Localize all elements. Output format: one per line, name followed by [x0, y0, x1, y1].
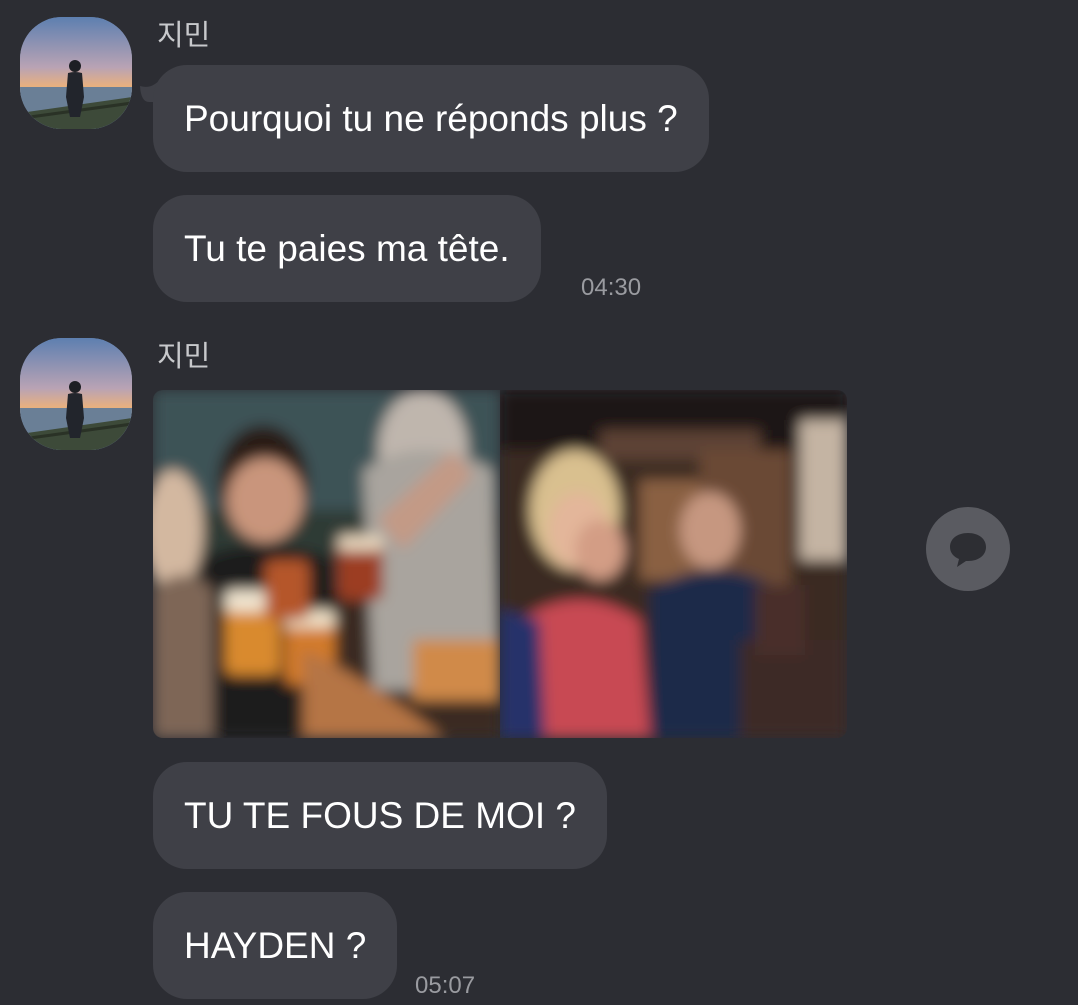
share-button[interactable]	[926, 507, 1010, 591]
sender-avatar[interactable]	[20, 17, 132, 129]
photo-attachment[interactable]	[153, 390, 847, 738]
message-bubble[interactable]: Tu te paies ma tête.	[153, 195, 541, 302]
speech-bubble-icon	[950, 533, 986, 567]
message-bubble[interactable]: HAYDEN ?	[153, 892, 398, 999]
sender-name: 지민	[157, 18, 211, 52]
attached-photo-1[interactable]	[153, 390, 500, 738]
sender-name: 지민	[157, 339, 211, 373]
message-bubble[interactable]: Pourquoi tu ne réponds plus ?	[153, 65, 709, 172]
message-bubble[interactable]: TU TE FOUS DE MOI ?	[153, 762, 607, 869]
avatar-photo	[20, 338, 132, 450]
message-time: 05:07	[415, 972, 476, 999]
avatar-photo	[20, 17, 132, 129]
sender-avatar[interactable]	[20, 338, 132, 450]
attached-photo-2[interactable]	[500, 390, 847, 738]
message-time: 04:30	[581, 274, 642, 301]
